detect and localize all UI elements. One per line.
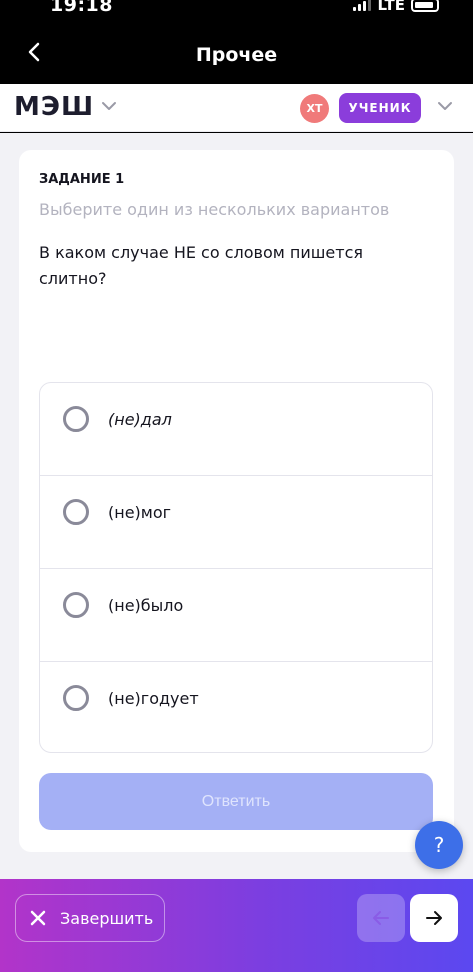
submit-button[interactable]: Ответить [39, 773, 433, 830]
status-indicators: LTE [353, 0, 439, 14]
option-label: (не)было [108, 596, 184, 615]
app-logo[interactable]: МЭШ [14, 92, 94, 122]
answer-option[interactable]: (не)годует [40, 662, 432, 752]
finish-button[interactable]: Завершить [15, 894, 165, 942]
radio-button[interactable] [63, 406, 89, 432]
answer-options: (не)дал (не)мог (не)было (не)годует [39, 382, 433, 753]
answer-option[interactable]: (не)было [40, 569, 432, 662]
battery-icon [411, 0, 439, 12]
option-label: (не)годует [108, 689, 199, 708]
network-label: LTE [377, 0, 405, 14]
arrow-left-icon [373, 911, 389, 925]
chevron-down-icon[interactable] [100, 100, 118, 112]
role-badge[interactable]: УЧЕНИК [339, 93, 421, 123]
next-button[interactable] [410, 894, 458, 942]
help-button[interactable]: ? [415, 821, 463, 869]
previous-button[interactable] [357, 894, 405, 942]
content-area: ЗАДАНИЕ 1 Выберите один из нескольких ва… [0, 133, 473, 879]
nav-title: Прочее [195, 44, 278, 66]
avatar[interactable]: ХТ [300, 94, 329, 123]
arrow-right-icon [426, 911, 442, 925]
finish-label: Завершить [60, 908, 154, 928]
status-time: 19:18 [50, 0, 113, 16]
status-bar: 19:18 LTE [0, 0, 473, 20]
bottom-bar: Завершить [0, 879, 473, 972]
option-label: (не)мог [108, 503, 172, 522]
signal-icon [353, 0, 372, 11]
task-hint: Выберите один из нескольких вариантов [39, 200, 390, 219]
radio-button[interactable] [63, 499, 89, 525]
chevron-down-icon[interactable] [436, 100, 454, 112]
question-text: В каком случае НЕ со словом пишется слит… [39, 243, 363, 288]
radio-button[interactable] [63, 592, 89, 618]
close-icon [30, 910, 46, 926]
nav-bar: Прочее [0, 20, 473, 84]
task-label: ЗАДАНИЕ 1 [39, 172, 125, 187]
option-label: (не)дал [108, 410, 172, 429]
app-header: МЭШ ХТ УЧЕНИК [0, 84, 473, 132]
answer-option[interactable]: (не)дал [40, 383, 432, 476]
radio-button[interactable] [63, 685, 89, 711]
task-card: ЗАДАНИЕ 1 Выберите один из нескольких ва… [19, 150, 454, 852]
answer-option[interactable]: (не)мог [40, 476, 432, 569]
